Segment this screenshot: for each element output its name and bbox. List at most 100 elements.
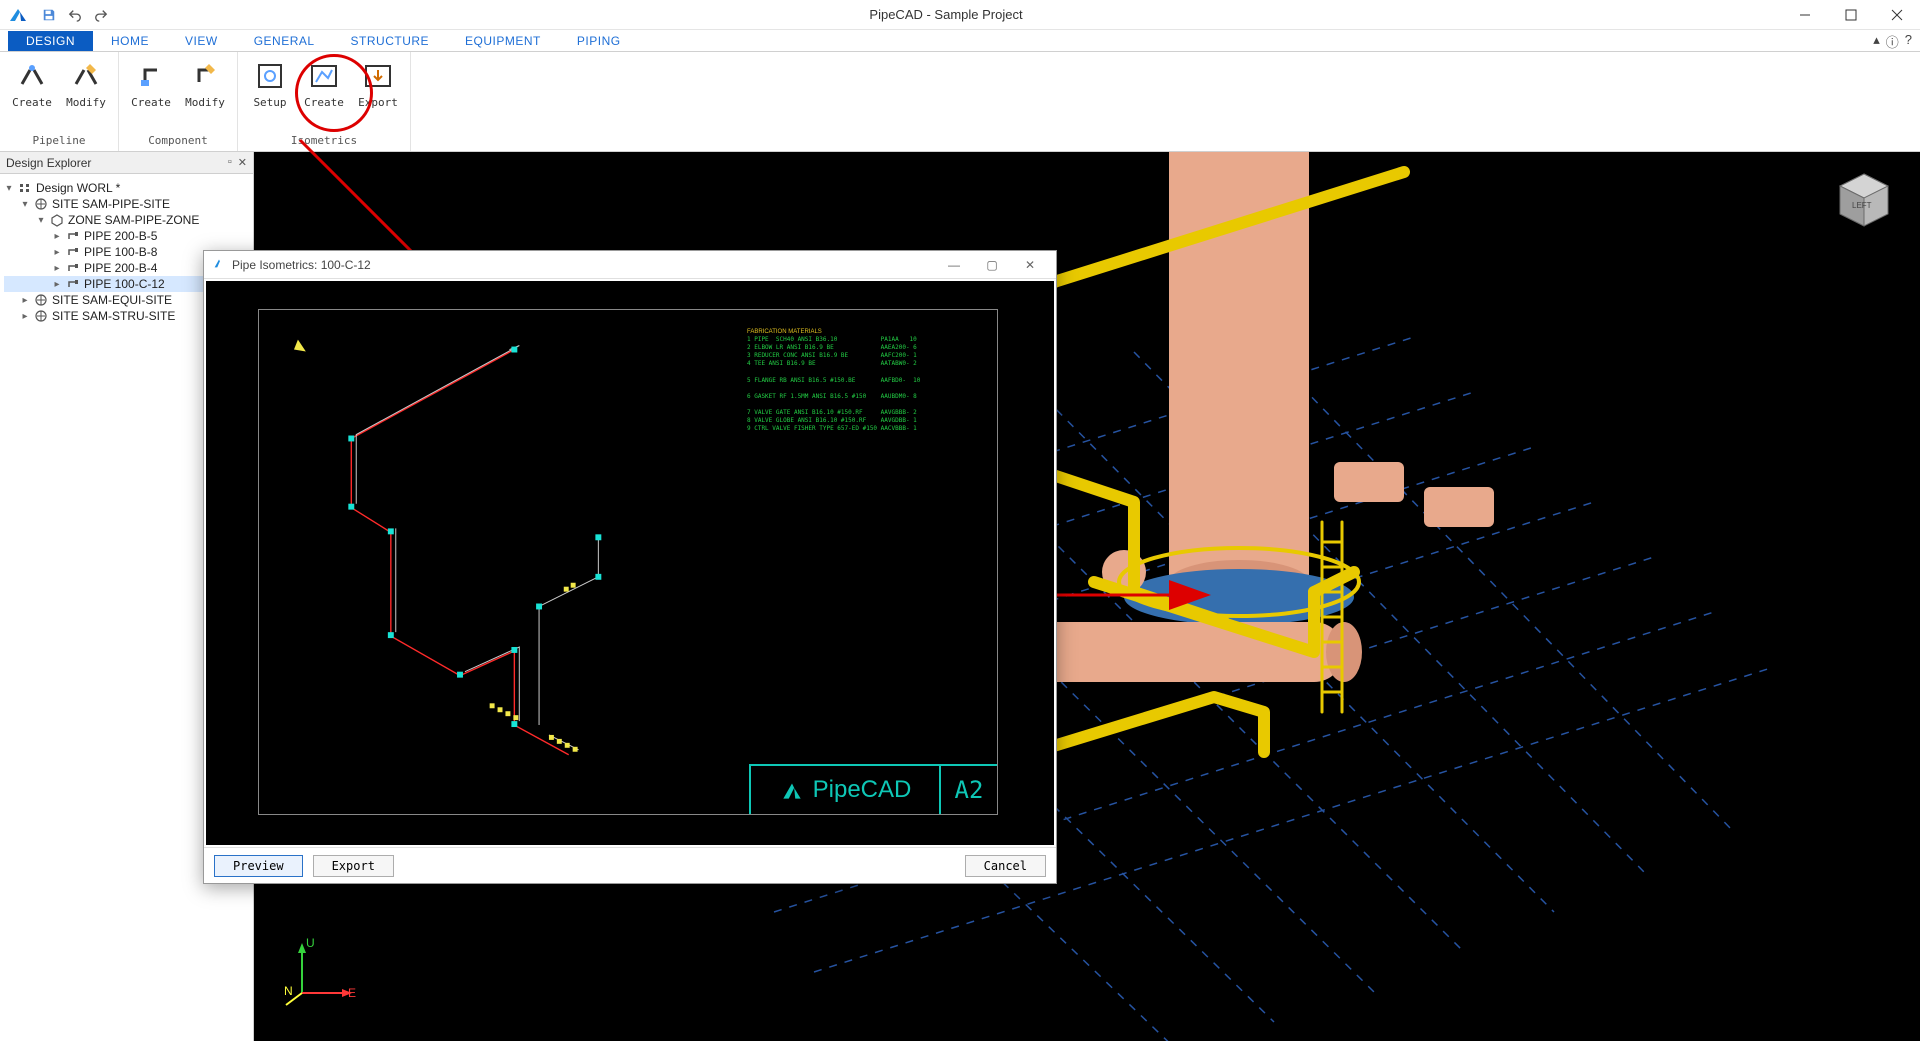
tree-twisty-icon[interactable]: ▾ bbox=[4, 183, 14, 194]
ribbon-group-component: CreateModifyComponent bbox=[119, 52, 238, 151]
dialog-app-icon bbox=[212, 256, 226, 273]
iso-bom-text: FABRICATION MATERIALS 1 PIPE SCH40 ANSI … bbox=[747, 328, 947, 433]
ribbon-group-label: Pipeline bbox=[6, 132, 112, 151]
pipeline-modify-button[interactable]: Modify bbox=[60, 54, 112, 132]
collapse-ribbon-icon[interactable]: ▴ bbox=[1873, 32, 1880, 51]
pipe-icon bbox=[66, 245, 80, 259]
tab-equipment[interactable]: EQUIPMENT bbox=[447, 31, 559, 51]
iso-title-text: PipeCAD bbox=[813, 776, 912, 804]
tree-node-label: PIPE 200-B-5 bbox=[84, 229, 157, 243]
tree-node[interactable]: ▸ PIPE 200-B-5 bbox=[4, 228, 249, 244]
ribbon-right-controls: ▴ ⓘ ? bbox=[1873, 32, 1912, 51]
tab-piping[interactable]: PIPING bbox=[559, 31, 639, 51]
tree-twisty-icon[interactable]: ▸ bbox=[52, 247, 62, 258]
site-icon bbox=[34, 293, 48, 307]
tree-twisty-icon[interactable]: ▸ bbox=[52, 279, 62, 290]
undo-icon[interactable] bbox=[66, 6, 84, 24]
ribbon-group-pipeline: CreateModifyPipeline bbox=[0, 52, 119, 151]
panel-close-icon[interactable]: ✕ bbox=[238, 156, 247, 169]
tree-node-label: SITE SAM-PIPE-SITE bbox=[52, 197, 170, 211]
maximize-button[interactable] bbox=[1828, 0, 1874, 30]
close-button[interactable] bbox=[1874, 0, 1920, 30]
ribbon-group-label: Isometrics bbox=[244, 132, 404, 151]
window-controls bbox=[1782, 0, 1920, 30]
export-button[interactable]: Export bbox=[313, 855, 394, 877]
iso-drawing-frame: FABRICATION MATERIALS 1 PIPE SCH40 ANSI … bbox=[258, 309, 998, 815]
tree-twisty-icon[interactable]: ▸ bbox=[52, 263, 62, 274]
tree-twisty-icon[interactable]: ▸ bbox=[52, 231, 62, 242]
tree-twisty-icon[interactable]: ▸ bbox=[20, 295, 30, 306]
comp-create-icon bbox=[135, 60, 167, 92]
view-cube[interactable]: LEFT bbox=[1832, 168, 1896, 232]
ribbon-group-label: Component bbox=[125, 132, 231, 151]
iso-sheet-size: A2 bbox=[941, 766, 997, 814]
pipe-create-icon bbox=[16, 60, 48, 92]
component-create-button[interactable]: Create bbox=[125, 54, 177, 132]
redo-icon[interactable] bbox=[92, 6, 110, 24]
world-icon bbox=[18, 181, 32, 195]
minimize-button[interactable] bbox=[1782, 0, 1828, 30]
dialog-title: Pipe Isometrics: 100-C-12 bbox=[232, 258, 936, 272]
iso-setup-icon bbox=[254, 60, 286, 92]
help-icon[interactable]: ? bbox=[1905, 32, 1912, 51]
pipe-modify-icon bbox=[70, 60, 102, 92]
tab-design[interactable]: DESIGN bbox=[8, 31, 93, 51]
ribbon: CreateModifyPipelineCreateModifyComponen… bbox=[0, 52, 1920, 152]
info-icon[interactable]: ⓘ bbox=[1886, 32, 1899, 51]
tab-structure[interactable]: STRUCTURE bbox=[333, 31, 448, 51]
comp-modify-icon bbox=[189, 60, 221, 92]
svg-text:LEFT: LEFT bbox=[1852, 201, 1872, 210]
isometrics-create-button[interactable]: Create bbox=[298, 54, 350, 132]
quick-access-toolbar bbox=[40, 6, 110, 24]
window-title: PipeCAD - Sample Project bbox=[110, 7, 1782, 22]
pipe-isometrics-dialog: Pipe Isometrics: 100-C-12 — ▢ ✕ bbox=[203, 250, 1057, 884]
isometrics-export-button[interactable]: Export bbox=[352, 54, 404, 132]
tree-node-label: PIPE 100-B-8 bbox=[84, 245, 157, 259]
iso-export-icon bbox=[362, 60, 394, 92]
cancel-button[interactable]: Cancel bbox=[965, 855, 1046, 877]
iso-create-icon bbox=[308, 60, 340, 92]
pipe-icon bbox=[66, 261, 80, 275]
svg-text:N: N bbox=[284, 984, 293, 998]
pipe-icon bbox=[66, 277, 80, 291]
tree-twisty-icon[interactable]: ▸ bbox=[20, 311, 30, 322]
tree-node-label: PIPE 200-B-4 bbox=[84, 261, 157, 275]
component-modify-button[interactable]: Modify bbox=[179, 54, 231, 132]
tree-twisty-icon[interactable]: ▾ bbox=[20, 199, 30, 210]
dialog-close-button[interactable]: ✕ bbox=[1012, 253, 1048, 277]
ribbon-tabs: DESIGNHOMEVIEWGENERALSTRUCTUREEQUIPMENTP… bbox=[0, 30, 1920, 52]
dialog-header[interactable]: Pipe Isometrics: 100-C-12 — ▢ ✕ bbox=[204, 251, 1056, 279]
dialog-maximize-button[interactable]: ▢ bbox=[974, 253, 1010, 277]
isometrics-setup-button[interactable]: Setup bbox=[244, 54, 296, 132]
iso-title-block: PipeCAD A2 bbox=[749, 764, 997, 814]
title-bar: PipeCAD - Sample Project bbox=[0, 0, 1920, 30]
tree-node[interactable]: ▾ SITE SAM-PIPE-SITE bbox=[4, 196, 249, 212]
tree-node[interactable]: ▾Design WORL * bbox=[4, 180, 249, 196]
tree-node-label: SITE SAM-EQUI-SITE bbox=[52, 293, 172, 307]
save-icon[interactable] bbox=[40, 6, 58, 24]
site-icon bbox=[34, 197, 48, 211]
zone-icon bbox=[50, 213, 64, 227]
iso-title-logo: PipeCAD bbox=[751, 766, 941, 814]
isometric-preview[interactable]: FABRICATION MATERIALS 1 PIPE SCH40 ANSI … bbox=[206, 281, 1054, 845]
site-icon bbox=[34, 309, 48, 323]
tab-home[interactable]: HOME bbox=[93, 31, 167, 51]
tab-general[interactable]: GENERAL bbox=[236, 31, 333, 51]
preview-button[interactable]: Preview bbox=[214, 855, 303, 877]
pipeline-create-button[interactable]: Create bbox=[6, 54, 58, 132]
tab-view[interactable]: VIEW bbox=[167, 31, 236, 51]
panel-float-icon[interactable]: ▫ bbox=[228, 156, 232, 169]
tree-twisty-icon[interactable]: ▾ bbox=[36, 215, 46, 226]
dialog-minimize-button[interactable]: — bbox=[936, 253, 972, 277]
dialog-footer: Preview Export Cancel bbox=[204, 847, 1056, 883]
pipe-icon bbox=[66, 229, 80, 243]
tree-node-label: PIPE 100-C-12 bbox=[84, 277, 165, 291]
axis-triad: U E N bbox=[282, 933, 362, 1013]
tree-node-label: ZONE SAM-PIPE-ZONE bbox=[68, 213, 199, 227]
svg-text:U: U bbox=[306, 936, 315, 950]
tree-node[interactable]: ▾ ZONE SAM-PIPE-ZONE bbox=[4, 212, 249, 228]
design-explorer-header: Design Explorer ▫ ✕ bbox=[0, 152, 253, 174]
tree-node-label: SITE SAM-STRU-SITE bbox=[52, 309, 175, 323]
ribbon-group-isometrics: SetupCreateExportIsometrics bbox=[238, 52, 411, 151]
app-icon bbox=[6, 3, 30, 27]
